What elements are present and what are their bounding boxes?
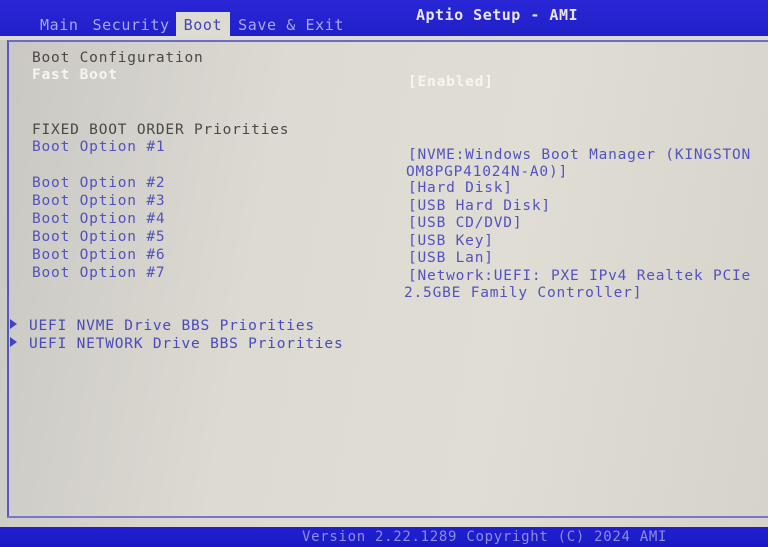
boot-option-3-label[interactable]: Boot Option #3 xyxy=(32,193,165,209)
boot-option-2-value[interactable]: [Hard Disk] xyxy=(408,180,513,196)
boot-option-4-value[interactable]: [USB CD/DVD] xyxy=(408,215,522,231)
tab-security[interactable]: Security xyxy=(85,14,176,36)
boot-option-2-label[interactable]: Boot Option #2 xyxy=(32,175,165,191)
boot-option-1-value[interactable]: [NVME:Windows Boot Manager (KINGSTON xyxy=(408,147,751,163)
fast-boot-label[interactable]: Fast Boot xyxy=(32,67,118,83)
submenu-uefi-nvme-bbs-label: UEFI NVME Drive BBS Priorities xyxy=(29,318,315,334)
submenu-uefi-network-bbs[interactable]: UEFI NETWORK Drive BBS Priorities xyxy=(10,336,343,352)
boot-option-7-label[interactable]: Boot Option #7 xyxy=(32,265,165,281)
boot-option-1-label[interactable]: Boot Option #1 xyxy=(32,139,165,155)
boot-option-7-value-cont[interactable]: 2.5GBE Family Controller] xyxy=(404,285,642,301)
boot-option-5-label[interactable]: Boot Option #5 xyxy=(32,229,165,245)
section-title-fixed-boot-order: FIXED BOOT ORDER Priorities xyxy=(32,122,290,138)
version-text: Version 2.22.1289 Copyright (C) 2024 AMI xyxy=(302,529,668,545)
boot-option-3-value[interactable]: [USB Hard Disk] xyxy=(408,198,551,214)
boot-option-5-value[interactable]: [USB Key] xyxy=(408,233,494,249)
footer-bar: Version 2.22.1289 Copyright (C) 2024 AMI xyxy=(0,527,768,547)
menu-tabs: Main Security Boot Save & Exit xyxy=(32,12,350,36)
tab-boot[interactable]: Boot xyxy=(175,12,231,36)
bios-screen: Main Security Boot Save & Exit Aptio Set… xyxy=(0,0,768,547)
boot-option-6-value[interactable]: [USB Lan] xyxy=(408,250,494,266)
submenu-uefi-network-bbs-label: UEFI NETWORK Drive BBS Priorities xyxy=(29,336,344,352)
tab-save-exit[interactable]: Save & Exit xyxy=(230,14,350,36)
boot-option-1-value-cont[interactable]: OM8PGP41024N-A0)] xyxy=(406,164,568,180)
triangle-right-icon xyxy=(10,319,17,329)
section-title-boot-configuration: Boot Configuration xyxy=(32,50,204,66)
app-title: Aptio Setup - AMI xyxy=(416,6,579,24)
tab-main[interactable]: Main xyxy=(32,14,85,36)
title-bar: Main Security Boot Save & Exit Aptio Set… xyxy=(0,0,768,36)
boot-option-4-label[interactable]: Boot Option #4 xyxy=(32,211,165,227)
boot-option-6-label[interactable]: Boot Option #6 xyxy=(32,247,165,263)
fast-boot-value[interactable]: [Enabled] xyxy=(408,74,494,90)
boot-option-7-value[interactable]: [Network:UEFI: PXE IPv4 Realtek PCIe xyxy=(408,268,751,284)
submenu-uefi-nvme-bbs[interactable]: UEFI NVME Drive BBS Priorities xyxy=(10,318,315,334)
frame-bottom-line xyxy=(7,516,768,518)
triangle-right-icon xyxy=(10,337,17,347)
